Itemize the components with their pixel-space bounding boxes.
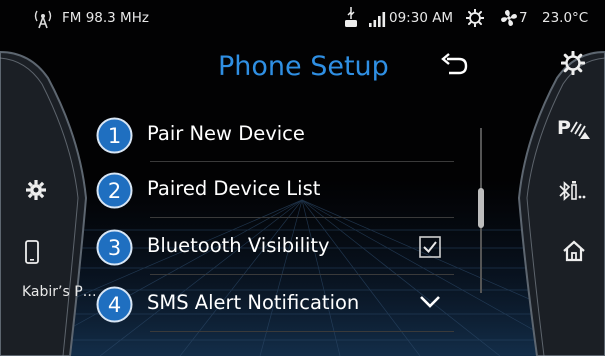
settings-icon[interactable] (561, 51, 585, 75)
connected-device-name[interactable]: Kabir’s P… (22, 284, 97, 300)
fan-icon (501, 10, 517, 26)
svg-text:P: P (557, 117, 571, 139)
menu-item-paired-device-list[interactable]: 2 Paired Device List (96, 166, 456, 216)
scrollbar-thumb[interactable] (478, 188, 484, 228)
back-arrow-icon[interactable] (437, 53, 469, 81)
settings-gear-icon[interactable] (25, 179, 47, 201)
menu-divider (150, 331, 454, 332)
number-badge-4: 4 (96, 286, 133, 323)
radio-frequency: FM 98.3 MHz (62, 10, 149, 26)
menu-item-label: Bluetooth Visibility (147, 234, 330, 257)
menu-divider (150, 217, 454, 218)
fan-speed: 7 (519, 10, 528, 26)
clock: 09:30 AM (389, 10, 454, 26)
signal-bars-icon (369, 12, 386, 27)
phone-setup-screen: FM 98.3 MHz 09:30 AM 7 23.0°C Kabir’s P…… (0, 0, 605, 356)
radio-signal-icon (34, 10, 52, 29)
home-icon[interactable] (562, 239, 586, 263)
svg-text:1: 1 (108, 124, 121, 148)
climate-icon (466, 9, 484, 27)
cabin-temperature: 23.0°C (542, 10, 589, 26)
menu-item-label: Paired Device List (147, 177, 321, 200)
svg-text:3: 3 (108, 236, 121, 260)
right-side-panel (497, 38, 605, 356)
left-panel-frame (0, 50, 88, 356)
usb-icon (345, 7, 357, 27)
menu-item-bluetooth-visibility[interactable]: 3 Bluetooth Visibility (96, 223, 456, 273)
menu-item-label: SMS Alert Notification (147, 291, 360, 314)
number-badge-1: 1 (96, 117, 133, 154)
chevron-down-icon[interactable] (419, 295, 441, 309)
menu-item-label: Pair New Device (147, 122, 305, 145)
svg-text:4: 4 (108, 293, 121, 317)
status-bar: FM 98.3 MHz 09:30 AM 7 23.0°C (0, 0, 605, 38)
number-badge-2: 2 (96, 172, 133, 209)
menu-divider (150, 161, 454, 162)
menu-item-pair-new-device[interactable]: 1 Pair New Device (96, 111, 456, 161)
right-panel-frame (517, 50, 605, 356)
menu-divider (150, 274, 454, 275)
menu-item-sms-alert-notification[interactable]: 4 SMS Alert Notification (96, 280, 456, 330)
left-side-panel (0, 38, 110, 356)
page-title: Phone Setup (218, 51, 389, 82)
number-badge-3: 3 (96, 229, 133, 266)
bluetooth-visibility-checkbox[interactable] (419, 236, 441, 258)
svg-text:2: 2 (108, 179, 121, 203)
phone-icon[interactable] (25, 240, 39, 264)
bluetooth-audio-icon[interactable] (558, 179, 588, 203)
parking-sensor-icon[interactable]: P (556, 114, 590, 140)
